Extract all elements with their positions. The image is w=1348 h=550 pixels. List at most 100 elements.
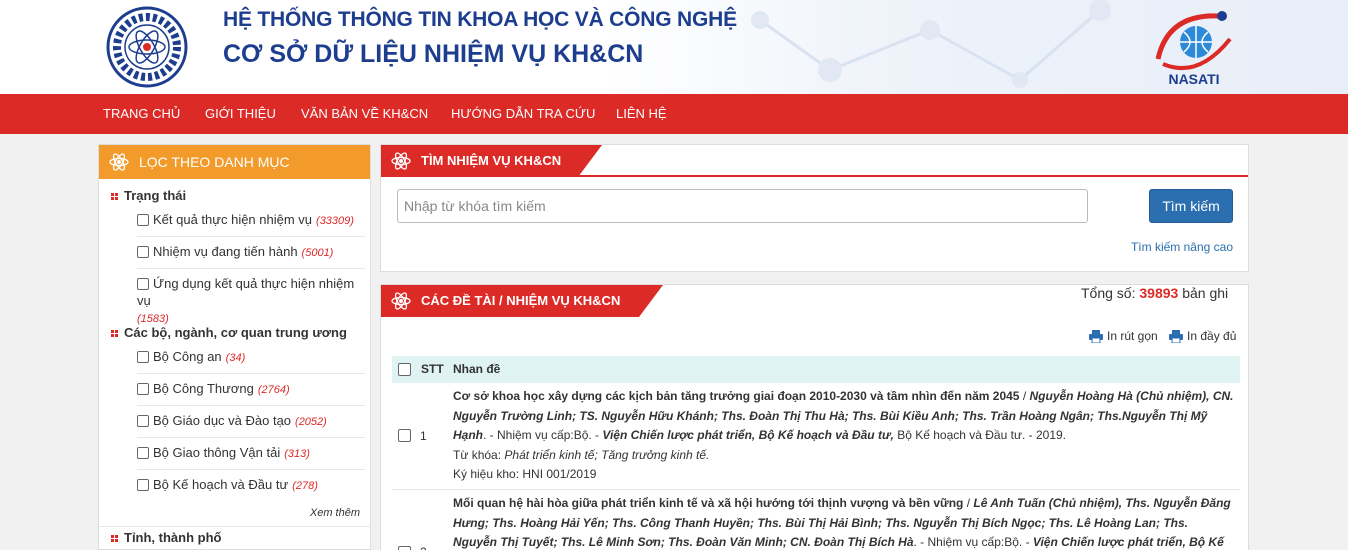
filter-option-count: (278) [292,480,318,492]
filter-option[interactable]: Bộ Kế hoạch và Đầu tư (278) [137,476,365,495]
keywords-label: Từ khóa: [453,447,502,462]
table-header: STT Nhan đề [392,356,1240,383]
checkbox[interactable] [137,278,149,290]
row-number: 2 [420,545,427,550]
checkbox[interactable] [137,246,149,258]
group-provinces: Tỉnh, thành phố [111,530,221,545]
filter-option[interactable]: Ứng dụng kết quả thực hiện nhiệm vụ (1583… [137,275,365,328]
filter-option-label: Bộ Công Thương [153,381,254,396]
select-all-checkbox[interactable] [398,363,411,376]
record-description: Mối quan hệ hài hòa giữa phát triển kinh… [453,494,1235,550]
sidebar-title: LỌC THEO DANH MỤC [139,154,290,170]
grid-bullet-icon [111,535,118,543]
grid-bullet-icon [111,330,118,338]
filter-option-label: Ứng dụng kết quả thực hiện nhiệm vụ [137,276,355,308]
table-row: 2 Mối quan hệ hài hòa giữa phát triển ki… [392,490,1240,550]
checkbox[interactable] [137,351,149,363]
filter-option-count: (1583) [137,313,169,325]
results-panel-title: CÁC ĐỀ TÀI / NHIỆM VỤ KH&CN [421,293,621,308]
divider [99,526,370,527]
filter-option[interactable]: Kết quả thực hiện nhiệm vụ (33309) [137,211,365,230]
search-input[interactable] [397,189,1088,223]
print-full-button[interactable]: In đầy đủ [1169,329,1237,344]
checkbox[interactable] [137,415,149,427]
advanced-search-link[interactable]: Tìm kiếm nâng cao [1131,240,1233,254]
divider [137,405,365,406]
see-more-link[interactable]: Xem thêm [310,507,360,519]
filter-option-label: Bộ Kế hoạch và Đầu tư [153,477,289,492]
filter-option-label: Bộ Giao thông Vận tải [153,445,281,460]
record-title[interactable]: Cơ sở khoa học xây dựng các kịch bản tăn… [453,389,1019,403]
site-header: HỆ THỐNG THÔNG TIN KHOA HỌC VÀ CÔNG NGHỆ… [0,0,1348,94]
checkbox[interactable] [137,447,149,459]
record-level: Nhiệm vụ cấp:Bộ. [497,428,592,442]
record-description: Cơ sở khoa học xây dựng các kịch bản tăn… [453,389,1234,481]
main-navigation: TRANG CHỦ GIỚI THIỆU VĂN BẢN VỀ KH&CN HƯ… [0,94,1348,134]
results-panel-tab: CÁC ĐỀ TÀI / NHIỆM VỤ KH&CN [381,285,639,317]
divider [137,268,365,269]
printer-icon [1089,330,1103,344]
filter-option[interactable]: Bộ Giáo dục và Đào tạo (2052) [137,412,365,431]
nav-home[interactable]: TRANG CHỦ [103,106,180,121]
filter-option-count: (34) [225,352,246,364]
group-ministries-label: Các bộ, ngành, cơ quan trung ương [124,325,347,340]
search-panel-tab: TÌM NHIỆM VỤ KH&CN [381,145,578,177]
tab-tail-decoration [639,285,663,317]
column-title: Nhan đề [453,362,501,376]
divider [137,437,365,438]
filter-option[interactable]: Bộ Công Thương (2764) [137,380,365,399]
record-title[interactable]: Mối quan hệ hài hòa giữa phát triển kinh… [453,496,963,510]
record-organization: Viện Chiến lược phát triển, Bộ Kế hoạch … [602,428,894,442]
filter-option-label: Bộ Giáo dục và Đào tạo [153,413,292,428]
atom-icon [391,152,411,170]
total-unit: bản ghi [1182,285,1229,301]
record-level: Nhiệm vụ cấp:Bộ. [927,535,1023,549]
total-count: 39893 [1139,285,1179,301]
nav-contact[interactable]: LIÊN HỆ [616,106,667,121]
search-button[interactable]: Tìm kiếm [1149,189,1233,223]
row-checkbox[interactable] [398,429,411,442]
filter-option-label: Bộ Công an [153,349,222,364]
tab-underline [381,175,1248,177]
nav-documents[interactable]: VĂN BẢN VỀ KH&CN [301,106,428,121]
group-status-label: Trạng thái [124,188,187,203]
svg-text:NASATI: NASATI [1168,71,1219,87]
group-ministries: Các bộ, ngành, cơ quan trung ương [111,325,347,340]
divider [137,373,365,374]
group-status: Trạng thái [111,188,186,203]
sidebar-header: LỌC THEO DANH MỤC [99,145,370,179]
checkbox[interactable] [137,479,149,491]
total-label: Tổng số: [1081,285,1136,301]
database-title: CƠ SỞ DỮ LIỆU NHIỆM VỤ KH&CN [223,40,644,68]
search-panel: TÌM NHIỆM VỤ KH&CN Tìm kiếm Tìm kiếm nân… [380,144,1249,272]
checkbox[interactable] [137,383,149,395]
filter-sidebar: LỌC THEO DANH MỤC Trạng thái Kết quả thự… [98,144,371,550]
atom-icon [109,153,129,171]
tab-tail-decoration [578,145,602,177]
filter-option-count: (313) [284,448,310,460]
printer-icon [1169,330,1183,344]
filter-option-label: Kết quả thực hiện nhiệm vụ [153,212,313,227]
filter-option-count: (2052) [295,416,327,428]
filter-option[interactable]: Nhiệm vụ đang tiến hành (5001) [137,243,365,262]
group-provinces-label: Tỉnh, thành phố [124,530,222,545]
total-records: Tổng số: 39893 bản ghi [1081,285,1228,301]
nasati-logo-icon: NASATI [1155,11,1232,87]
row-checkbox[interactable] [398,546,411,550]
ministry-logo-icon [106,6,188,88]
filter-option-label: Nhiệm vụ đang tiến hành [153,244,298,259]
print-full-label: In đầy đủ [1187,329,1237,343]
nav-about[interactable]: GIỚI THIỆU [205,106,276,121]
nav-search-guide[interactable]: HƯỚNG DẪN TRA CỨU [451,106,595,121]
grid-bullet-icon [111,193,118,201]
atom-icon [391,292,411,310]
filter-option[interactable]: Bộ Giao thông Vận tải (313) [137,444,365,463]
checkbox[interactable] [137,214,149,226]
record-keywords: Phát triển kinh tế; Tăng trưởng kinh tế. [504,447,710,462]
print-short-label: In rút gọn [1107,329,1158,343]
filter-option-count: (33309) [316,215,354,227]
filter-option[interactable]: Bộ Công an (34) [137,348,365,367]
record-storage-code: Ký hiệu kho: HNI 001/2019 [453,467,597,481]
print-short-button[interactable]: In rút gọn [1089,329,1158,344]
filter-option-count: (5001) [301,247,334,259]
